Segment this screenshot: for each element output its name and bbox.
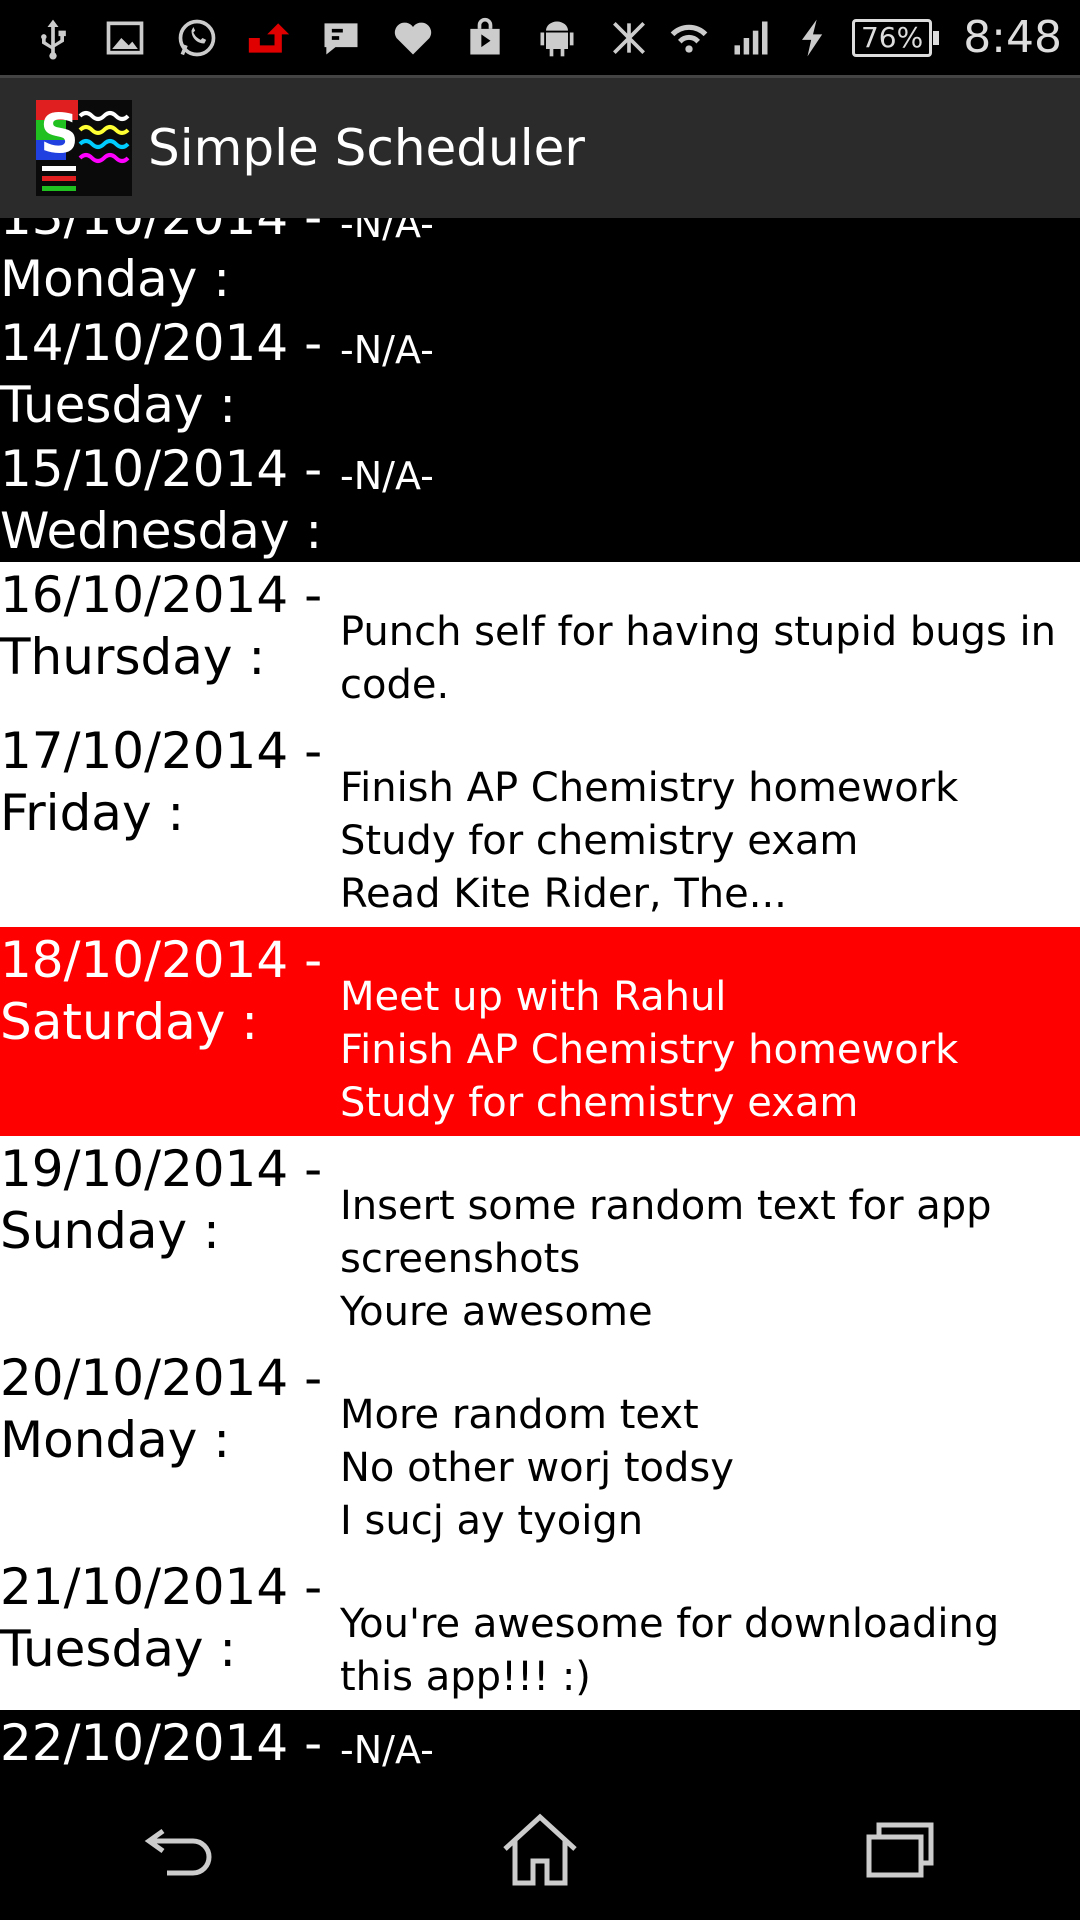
date-label: 16/10/2014 - bbox=[0, 566, 323, 624]
day-label: Tuesday : bbox=[0, 376, 237, 434]
cellular-signal-icon bbox=[728, 15, 774, 61]
schedule-row[interactable]: 19/10/2014 - Sunday : Insert some random t… bbox=[0, 1136, 1080, 1345]
usb-icon bbox=[30, 15, 76, 61]
schedule-events: Punch self for having stupid bugs in cod… bbox=[340, 609, 1056, 708]
schedule-row[interactable]: 20/10/2014 - Monday : More random text No … bbox=[0, 1345, 1080, 1554]
schedule-date: 20/10/2014 - Monday : bbox=[0, 1345, 340, 1554]
back-button[interactable] bbox=[120, 1799, 240, 1899]
image-icon bbox=[102, 15, 148, 61]
schedule-events: Meet up with Rahul Finish AP Chemistry h… bbox=[340, 974, 959, 1126]
schedule-events: -N/A- bbox=[340, 218, 434, 246]
schedule-date: 17/10/2014 - Friday : bbox=[0, 718, 340, 927]
day-label: Tuesday : bbox=[0, 1620, 237, 1678]
upload-arrow-icon bbox=[246, 15, 292, 61]
date-label: 15/10/2014 - bbox=[0, 440, 323, 498]
date-label: 19/10/2014 - bbox=[0, 1140, 323, 1198]
home-button[interactable] bbox=[480, 1799, 600, 1899]
date-label: 14/10/2014 - bbox=[0, 314, 323, 372]
battery-indicator: 76% bbox=[851, 18, 940, 57]
schedule-date: 16/10/2014 - Thursday : bbox=[0, 562, 340, 718]
schedule-row[interactable]: 18/10/2014 - Saturday : Meet up with Rahul… bbox=[0, 927, 1080, 1136]
schedule-list[interactable]: 13/10/2014 -Monday :-N/A-14/10/2014 -Tue… bbox=[0, 218, 1080, 1778]
schedule-row[interactable]: 15/10/2014 - Wednesday : -N/A- bbox=[0, 436, 1080, 562]
recents-button[interactable] bbox=[840, 1799, 960, 1899]
play-store-icon bbox=[462, 15, 508, 61]
schedule-date: 19/10/2014 - Sunday : bbox=[0, 1136, 340, 1345]
day-label: Wednesday : bbox=[0, 502, 323, 560]
heart-icon bbox=[390, 15, 436, 61]
schedule-events: -N/A- bbox=[340, 454, 434, 498]
svg-text:S: S bbox=[40, 102, 79, 165]
wifi-icon bbox=[666, 15, 712, 61]
date-label: 17/10/2014 - bbox=[0, 722, 323, 780]
scheduler-logo-icon[interactable]: S bbox=[36, 100, 132, 196]
date-label: 18/10/2014 - bbox=[0, 931, 323, 989]
navigation-bar bbox=[0, 1778, 1080, 1920]
clock: 8:48 bbox=[963, 12, 1062, 63]
schedule-events: Finish AP Chemistry homework Study for c… bbox=[340, 765, 959, 917]
day-label: Monday : bbox=[0, 1411, 231, 1469]
schedule-date: 21/10/2014 - Tuesday : bbox=[0, 1554, 340, 1710]
schedule-events: -N/A- bbox=[340, 1728, 434, 1772]
schedule-date: 15/10/2014 - Wednesday : bbox=[0, 436, 340, 562]
schedule-date: 22/10/2014 -Wednesday : bbox=[0, 1710, 340, 1778]
schedule-date: 13/10/2014 -Monday : bbox=[0, 218, 340, 310]
day-label: Friday : bbox=[0, 784, 185, 842]
schedule-date: 18/10/2014 - Saturday : bbox=[0, 927, 340, 1136]
schedule-events: -N/A- bbox=[340, 328, 434, 372]
battery-level: 76% bbox=[851, 18, 933, 57]
charging-icon bbox=[790, 15, 836, 61]
schedule-events: More random text No other worj todsy I s… bbox=[340, 1392, 734, 1544]
schedule-date: 14/10/2014 - Tuesday : bbox=[0, 310, 340, 436]
back-icon bbox=[144, 1828, 212, 1876]
action-bar: S Simple Scheduler bbox=[0, 75, 1080, 218]
schedule-row[interactable]: 21/10/2014 - Tuesday : You're awesome for … bbox=[0, 1554, 1080, 1710]
schedule-row[interactable]: 22/10/2014 -Wednesday :-N/A- bbox=[0, 1710, 1080, 1778]
date-label: 13/10/2014 - bbox=[0, 218, 340, 248]
app-title: Simple Scheduler bbox=[148, 119, 585, 177]
home-icon bbox=[503, 1813, 577, 1886]
date-label: 20/10/2014 - bbox=[0, 1349, 323, 1407]
date-label: 22/10/2014 - bbox=[0, 1714, 323, 1772]
day-label: Monday : bbox=[0, 250, 231, 308]
status-bar: 76% 8:48 bbox=[0, 0, 1080, 75]
recents-icon bbox=[866, 1822, 934, 1878]
schedule-row[interactable]: 13/10/2014 -Monday :-N/A- bbox=[0, 218, 1080, 310]
nfc-off-icon bbox=[606, 15, 652, 61]
message-icon bbox=[318, 15, 364, 61]
schedule-row[interactable]: 16/10/2014 - Thursday : Punch self for hav… bbox=[0, 562, 1080, 718]
day-label: Saturday : bbox=[0, 993, 259, 1051]
schedule-events: You're awesome for downloading this app!… bbox=[340, 1601, 1000, 1700]
day-label: Thursday : bbox=[0, 628, 266, 686]
whatsapp-icon bbox=[174, 15, 220, 61]
schedule-events: Insert some random text for app screensh… bbox=[340, 1183, 992, 1335]
android-icon bbox=[534, 15, 580, 61]
day-label: Sunday : bbox=[0, 1202, 220, 1260]
date-label: 21/10/2014 - bbox=[0, 1558, 323, 1616]
schedule-row[interactable]: 14/10/2014 - Tuesday : -N/A- bbox=[0, 310, 1080, 436]
schedule-row[interactable]: 17/10/2014 - Friday : Finish AP Chemistry … bbox=[0, 718, 1080, 927]
